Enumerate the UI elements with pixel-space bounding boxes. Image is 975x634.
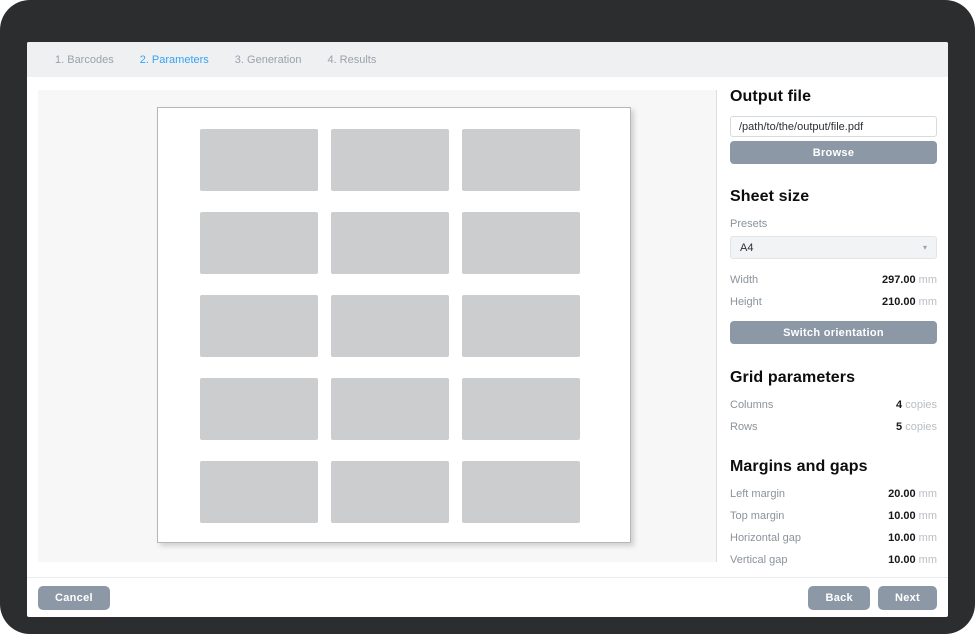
horizontal-gap-label: Horizontal gap	[730, 532, 801, 544]
chevron-down-icon: ▾	[923, 243, 927, 252]
sheet-page	[157, 107, 631, 543]
switch-orientation-button[interactable]: Switch orientation	[730, 321, 937, 344]
step-results[interactable]: 4. Results	[327, 54, 376, 66]
left-margin-value-group[interactable]: 20.00 mm	[888, 488, 937, 500]
top-margin-label: Top margin	[730, 510, 784, 522]
barcode-placeholder	[331, 212, 449, 274]
margins-gaps-heading: Margins and gaps	[730, 458, 937, 476]
step-parameters[interactable]: 2. Parameters	[140, 54, 209, 66]
output-file-heading: Output file	[730, 88, 937, 106]
barcode-placeholder	[331, 378, 449, 440]
top-margin-value-group[interactable]: 10.00 mm	[888, 510, 937, 522]
step-generation[interactable]: 3. Generation	[235, 54, 302, 66]
rows-label: Rows	[730, 421, 758, 433]
height-row: Height 210.00 mm	[730, 296, 937, 308]
barcode-placeholder	[200, 129, 318, 191]
sheet-grid	[200, 129, 630, 523]
wizard-step-bar: 1. Barcodes 2. Parameters 3. Generation …	[27, 42, 948, 77]
grid-parameters-heading: Grid parameters	[730, 369, 937, 387]
height-label: Height	[730, 296, 762, 308]
presets-selected-value: A4	[740, 242, 753, 254]
sheet-preview-area	[38, 90, 717, 562]
barcode-placeholder	[462, 212, 580, 274]
browse-button[interactable]: Browse	[730, 141, 937, 164]
vertical-gap-value-group[interactable]: 10.00 mm	[888, 554, 937, 566]
width-label: Width	[730, 274, 758, 286]
presets-label: Presets	[730, 218, 937, 230]
desktop-background: 1. Barcodes 2. Parameters 3. Generation …	[0, 0, 975, 634]
barcode-placeholder	[462, 378, 580, 440]
barcode-placeholder	[462, 295, 580, 357]
horizontal-gap-row: Horizontal gap 10.00 mm	[730, 532, 937, 544]
rows-value-group[interactable]: 5 copies	[896, 421, 937, 433]
columns-row: Columns 4 copies	[730, 399, 937, 411]
presets-select[interactable]: A4 ▾	[730, 236, 937, 259]
app-window: 1. Barcodes 2. Parameters 3. Generation …	[27, 42, 948, 617]
next-button[interactable]: Next	[878, 586, 937, 610]
settings-panel: Output file Browse Sheet size Presets A4…	[730, 86, 937, 566]
left-margin-label: Left margin	[730, 488, 785, 500]
width-value-group[interactable]: 297.00 mm	[882, 274, 937, 286]
barcode-placeholder	[331, 129, 449, 191]
back-button[interactable]: Back	[808, 586, 870, 610]
barcode-placeholder	[331, 461, 449, 523]
cancel-button[interactable]: Cancel	[38, 586, 110, 610]
barcode-placeholder	[200, 378, 318, 440]
barcode-placeholder	[200, 461, 318, 523]
columns-value-group[interactable]: 4 copies	[896, 399, 937, 411]
vertical-gap-label: Vertical gap	[730, 554, 787, 566]
width-row: Width 297.00 mm	[730, 274, 937, 286]
rows-row: Rows 5 copies	[730, 421, 937, 433]
step-barcodes[interactable]: 1. Barcodes	[55, 54, 114, 66]
barcode-placeholder	[462, 461, 580, 523]
barcode-placeholder	[200, 212, 318, 274]
left-margin-row: Left margin 20.00 mm	[730, 488, 937, 500]
barcode-placeholder	[462, 129, 580, 191]
barcode-placeholder	[331, 295, 449, 357]
height-value-group[interactable]: 210.00 mm	[882, 296, 937, 308]
sheet-size-heading: Sheet size	[730, 188, 937, 206]
barcode-placeholder	[200, 295, 318, 357]
output-path-input[interactable]	[730, 116, 937, 137]
columns-label: Columns	[730, 399, 773, 411]
vertical-gap-row: Vertical gap 10.00 mm	[730, 554, 937, 566]
footer-bar: Cancel Back Next	[27, 577, 948, 617]
horizontal-gap-value-group[interactable]: 10.00 mm	[888, 532, 937, 544]
top-margin-row: Top margin 10.00 mm	[730, 510, 937, 522]
